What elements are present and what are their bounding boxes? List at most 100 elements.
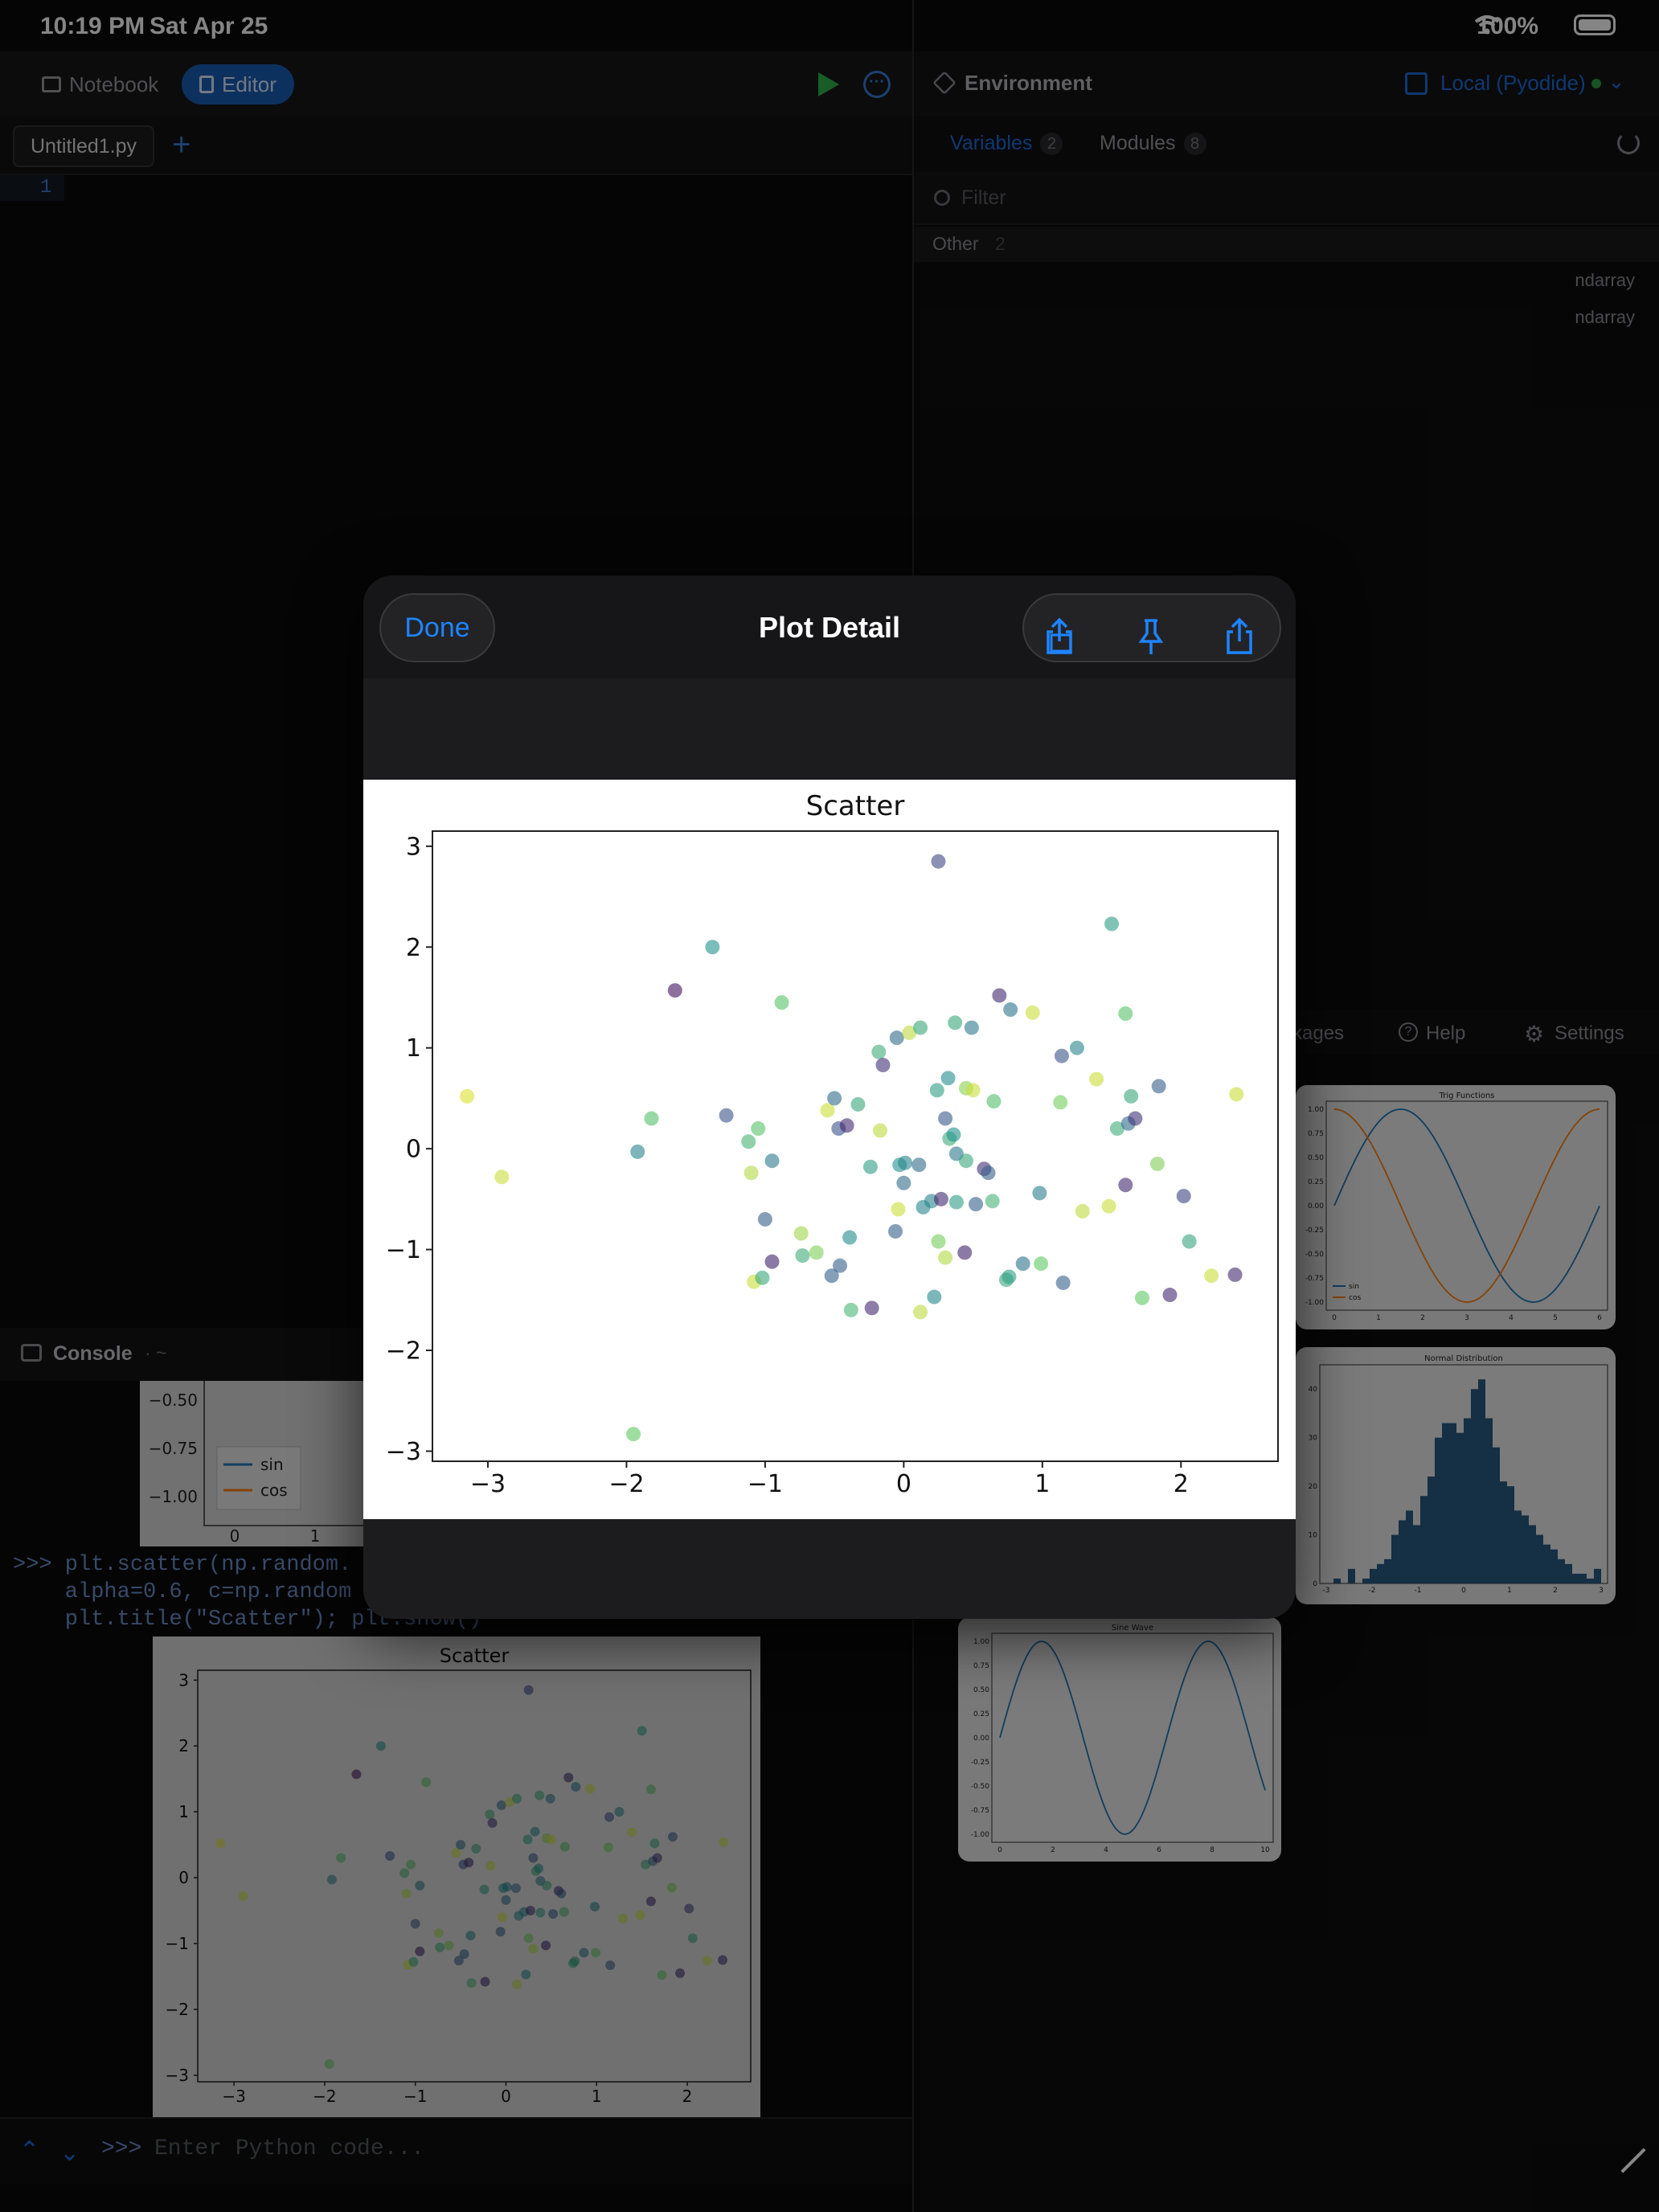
scatter-point (1128, 1111, 1143, 1126)
scatter-point (933, 1191, 948, 1206)
scatter-point (931, 854, 946, 869)
scatter-point (1204, 1268, 1219, 1284)
scatter-point (1025, 1005, 1040, 1020)
scatter-point (757, 1211, 772, 1227)
chart-title: Scatter (806, 790, 905, 822)
scatter-point (842, 1230, 858, 1245)
scatter-point (888, 1223, 903, 1239)
scatter-point (1124, 1088, 1139, 1104)
scatter-point (1053, 1095, 1068, 1110)
scatter-point (743, 1165, 759, 1181)
x-tick-label: 2 (1174, 1470, 1189, 1498)
scatter-point (719, 1108, 734, 1123)
scatter-point (891, 1202, 906, 1217)
scatter-point (958, 1153, 973, 1169)
scatter-point (896, 1175, 911, 1190)
y-tick-label: 2 (406, 934, 421, 962)
scatter-point (889, 1030, 904, 1046)
scatter-point (1227, 1267, 1243, 1282)
scatter-point (929, 1083, 944, 1098)
x-tick-label: 0 (896, 1470, 911, 1498)
scatter-point (1162, 1288, 1178, 1303)
scatter-point (827, 1091, 842, 1106)
scatter-point (494, 1169, 510, 1185)
scatter-point (630, 1144, 645, 1159)
scatter-point (1003, 1002, 1018, 1018)
scatter-point (1002, 1269, 1017, 1284)
scatter-point (911, 1157, 927, 1173)
plot-detail-modal: Plot Detail Done Scatter −3 −2 −1 0 1 2 −3 −2 −1 0… (363, 576, 1296, 1619)
scatter-point (1118, 1006, 1133, 1022)
scatter-point (864, 1301, 879, 1316)
scatter-point (964, 1020, 979, 1035)
scatter-point (1069, 1040, 1084, 1055)
scatter-point (1229, 1087, 1244, 1102)
y-tick-label: 1 (406, 1034, 421, 1063)
scatter-point (460, 1088, 475, 1104)
scatter-point (875, 1058, 891, 1073)
y-tick-label: −1 (386, 1236, 421, 1264)
scatter-point (965, 1083, 981, 1098)
scatter-point (1104, 916, 1120, 932)
scatter-point (764, 1254, 780, 1269)
scatter-point (1118, 1178, 1133, 1193)
scatter-point (755, 1270, 770, 1285)
modal-actions (1022, 593, 1281, 662)
scatter-chart: Scatter −3 −2 −1 0 1 2 −3 −2 −1 0 1 2 3 (386, 790, 1279, 1498)
x-tick-label: −1 (748, 1470, 783, 1498)
scatter-point (948, 1194, 964, 1210)
scatter-point (809, 1245, 824, 1260)
scatter-point (1054, 1048, 1069, 1063)
scatter-point (1034, 1256, 1049, 1272)
scatter-point (1101, 1198, 1116, 1214)
scatter-point (1055, 1275, 1071, 1290)
scatter-point (1032, 1186, 1047, 1201)
scatter-point (741, 1134, 756, 1149)
scatter-point (898, 1155, 913, 1170)
scatter-point (862, 1159, 878, 1174)
y-tick-label: −2 (386, 1337, 421, 1366)
y-tick-label: 3 (406, 833, 421, 861)
scatter-point (1089, 1071, 1104, 1087)
scatter-point (764, 1153, 780, 1169)
scatter-point (946, 1127, 961, 1142)
scatter-point (843, 1302, 858, 1317)
scatter-point (793, 1226, 809, 1241)
scatter-point (969, 1197, 984, 1212)
scatter-point (940, 1071, 956, 1086)
done-button[interactable]: Done (379, 593, 495, 662)
scatter-point (820, 1103, 835, 1118)
scatter-point (850, 1096, 866, 1112)
scatter-point (774, 995, 789, 1010)
scatter-point (833, 1258, 848, 1273)
x-tick-label: 1 (1034, 1470, 1050, 1498)
pin-icon[interactable] (1132, 617, 1170, 656)
scatter-point (927, 1289, 942, 1305)
scatter-point (1149, 1156, 1165, 1171)
scatter-point (938, 1111, 953, 1126)
scatter-point (1182, 1234, 1197, 1249)
scatter-point (913, 1020, 928, 1035)
scatter-point (751, 1121, 766, 1137)
scatter-point (931, 1234, 946, 1249)
scatter-point (985, 1194, 1000, 1209)
scatter-point (795, 1248, 810, 1264)
scatter-point (938, 1250, 953, 1265)
scatter-point (1015, 1256, 1030, 1272)
y-tick-label: 0 (406, 1136, 421, 1164)
scatter-point (913, 1305, 928, 1320)
scatter-point (948, 1015, 963, 1030)
scatter-point (839, 1118, 854, 1133)
scatter-point (1075, 1203, 1090, 1219)
x-tick-label: −2 (608, 1470, 644, 1498)
scatter-point (992, 988, 1007, 1003)
scatter-point (667, 983, 682, 998)
scatter-point (873, 1123, 888, 1138)
scatter-point (705, 940, 720, 955)
scatter-point (644, 1111, 659, 1126)
scatter-point (981, 1165, 996, 1181)
scatter-point (871, 1044, 887, 1059)
share-icon[interactable] (1040, 617, 1079, 656)
export-icon[interactable] (1220, 617, 1259, 656)
scatter-point (1151, 1079, 1166, 1094)
